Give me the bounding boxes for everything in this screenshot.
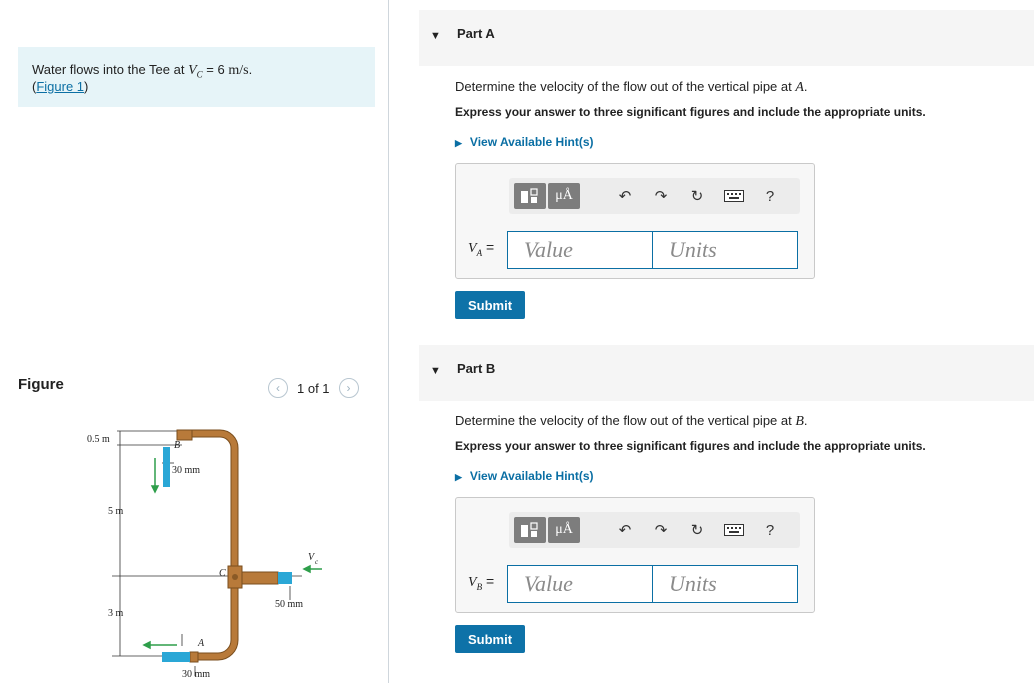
part-a-header[interactable]: ▼ Part A xyxy=(419,10,1034,66)
part-b-answer-box: μÅ ↶ ↷ ↻ ? VB = xyxy=(455,497,815,613)
label-a: A xyxy=(197,638,205,649)
panel-divider xyxy=(388,0,389,683)
part-b-instruction: Express your answer to three significant… xyxy=(455,439,926,453)
part-b-hint-link[interactable]: ▶ View Available Hint(s) xyxy=(455,469,594,483)
problem-text: Water flows into the Tee at VC = 6 m/s. xyxy=(32,62,253,80)
caret-down-icon: ▼ xyxy=(430,365,441,377)
dim-da: 30 mm xyxy=(182,669,210,680)
units-mu-button[interactable]: μÅ xyxy=(548,517,580,543)
dim-top: 0.5 m xyxy=(87,434,110,445)
figure-link[interactable]: Figure 1 xyxy=(36,79,84,94)
part-b-variable: VB = xyxy=(468,573,495,592)
pipe-tee-figure: 0.5 m B 30 mm 5 m C V c 50 mm 3 m A 30 m… xyxy=(87,429,322,680)
figure-pager: ‹ 1 of 1 › xyxy=(268,377,359,399)
keyboard-icon[interactable] xyxy=(723,185,745,207)
figure-page-count: 1 of 1 xyxy=(297,380,330,396)
undo-icon[interactable]: ↶ xyxy=(614,185,636,207)
part-b-value-input[interactable] xyxy=(507,565,653,603)
part-a-value-input[interactable] xyxy=(507,231,653,269)
part-b-submit-button[interactable]: Submit xyxy=(455,625,525,653)
part-b-question: Determine the velocity of the flow out o… xyxy=(455,413,808,429)
label-c: C xyxy=(219,568,226,579)
chevron-left-icon[interactable]: ‹ xyxy=(268,378,288,398)
left-panel: Water flows into the Tee at VC = 6 m/s. … xyxy=(0,0,388,683)
dim-db: 30 mm xyxy=(172,465,200,476)
templates-icon[interactable] xyxy=(514,517,546,543)
templates-icon[interactable] xyxy=(514,183,546,209)
part-a-answer-box: μÅ ↶ ↷ ↻ ? VA = xyxy=(455,163,815,279)
part-b-label: Part B xyxy=(457,361,496,376)
part-a-submit-button[interactable]: Submit xyxy=(455,291,525,319)
undo-icon[interactable]: ↶ xyxy=(614,519,636,541)
dim-h1: 5 m xyxy=(108,506,124,517)
part-b-units-input[interactable] xyxy=(652,565,798,603)
dim-h2: 3 m xyxy=(108,608,124,619)
caret-down-icon: ▼ xyxy=(430,30,441,42)
part-b-header[interactable]: ▼ Part B xyxy=(419,345,1034,401)
part-a-hint-link[interactable]: ▶ View Available Hint(s) xyxy=(455,135,594,149)
keyboard-icon[interactable] xyxy=(723,519,745,541)
part-a-toolbar: μÅ ↶ ↷ ↻ ? xyxy=(509,178,800,214)
part-a-instruction: Express your answer to three significant… xyxy=(455,105,926,119)
problem-statement: Water flows into the Tee at VC = 6 m/s. … xyxy=(18,47,375,107)
chevron-right-icon[interactable]: › xyxy=(338,378,359,398)
reset-icon[interactable]: ↻ xyxy=(686,519,708,541)
label-vc-sub: c xyxy=(315,558,319,566)
caret-right-icon: ▶ xyxy=(455,472,462,482)
part-a-units-input[interactable] xyxy=(652,231,798,269)
units-mu-button[interactable]: μÅ xyxy=(548,183,580,209)
part-a-variable: VA = xyxy=(468,239,495,258)
dim-dc: 50 mm xyxy=(275,599,303,610)
caret-right-icon: ▶ xyxy=(455,138,462,148)
part-a-question: Determine the velocity of the flow out o… xyxy=(455,79,808,95)
help-icon[interactable]: ? xyxy=(759,185,781,207)
label-b: B xyxy=(174,440,180,451)
figure-title: Figure xyxy=(18,376,64,393)
redo-icon[interactable]: ↷ xyxy=(650,519,672,541)
redo-icon[interactable]: ↷ xyxy=(650,185,672,207)
help-icon[interactable]: ? xyxy=(759,519,781,541)
part-a-label: Part A xyxy=(457,26,495,41)
part-b-toolbar: μÅ ↶ ↷ ↻ ? xyxy=(509,512,800,548)
reset-icon[interactable]: ↻ xyxy=(686,185,708,207)
